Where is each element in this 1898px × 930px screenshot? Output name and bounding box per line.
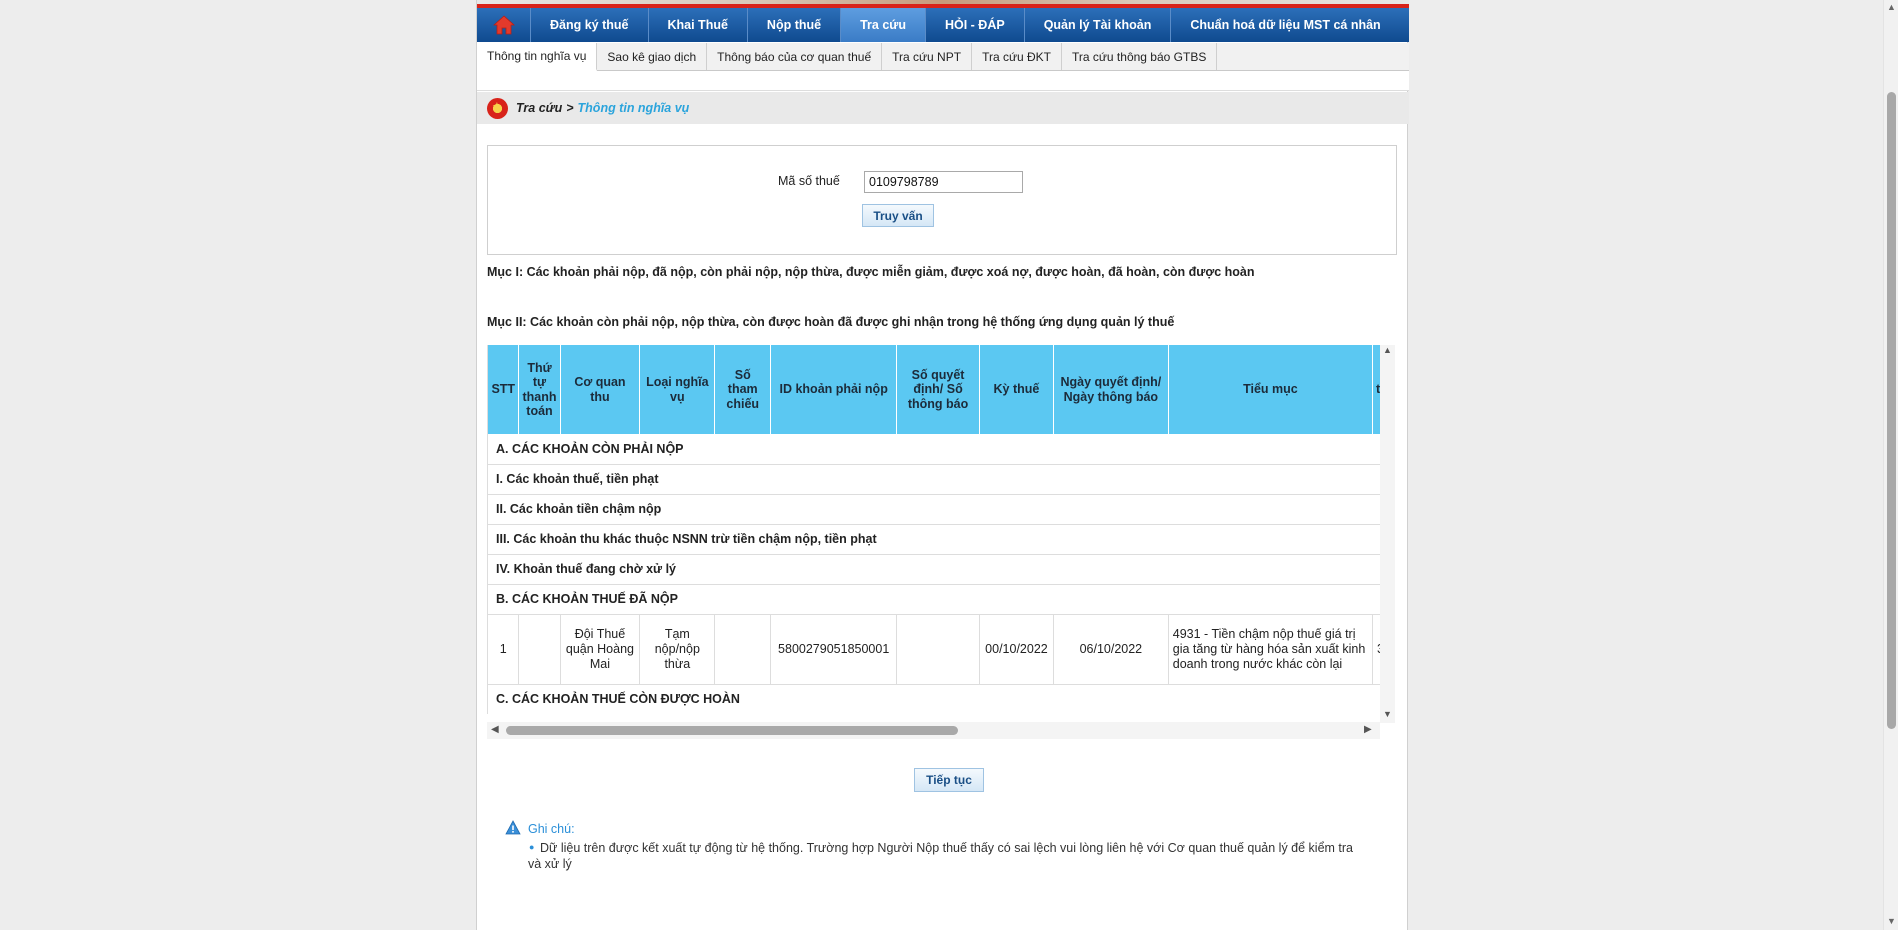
section-row: A. CÁC KHOẢN CÒN PHẢI NỘP xyxy=(488,434,1380,465)
horizontal-scroll-thumb[interactable] xyxy=(506,726,958,735)
breadcrumb-current: Thông tin nghĩa vụ xyxy=(577,101,690,115)
nav-item-khai-thue[interactable]: Khai Thuế xyxy=(649,8,748,42)
continue-button[interactable]: Tiếp tục xyxy=(914,768,984,792)
nav-item-hoi-dap[interactable]: HỎI - ĐÁP xyxy=(926,8,1025,42)
scroll-left-arrow-icon[interactable]: ◀ xyxy=(491,724,499,735)
cell-payment-order xyxy=(518,614,561,685)
col-header-agency: Cơ quan thu xyxy=(560,345,641,434)
cell-payable-id: 5800279051850001 xyxy=(770,614,898,685)
section-a-label: A. CÁC KHOẢN CÒN PHẢI NỘP xyxy=(488,434,1380,465)
col-header-payment-order: Thứ tự thanh toán xyxy=(518,345,561,434)
tab-thong-tin-nghia-vu[interactable]: Thông tin nghĩa vụ xyxy=(477,43,598,71)
scroll-right-arrow-icon[interactable]: ▶ xyxy=(1364,724,1372,735)
tab-sao-ke-giao-dich[interactable]: Sao kê giao dịch xyxy=(597,43,708,70)
nav-item-tra-cuu[interactable]: Tra cứu xyxy=(841,8,926,42)
col-header-sub-item: Tiểu mục xyxy=(1168,345,1374,434)
tab-tra-cuu-thong-bao-gtbs[interactable]: Tra cứu thông báo GTBS xyxy=(1062,43,1218,70)
subnav-spacer xyxy=(477,71,1409,91)
scroll-up-arrow-icon[interactable]: ▲ xyxy=(1383,345,1392,355)
nav-home-button[interactable] xyxy=(477,8,531,42)
section-2-title: Mục II: Các khoản còn phải nộp, nộp thừa… xyxy=(487,315,1175,329)
section-b-label: B. CÁC KHOẢN THUẾ ĐÃ NỘP xyxy=(488,584,1380,615)
table-horizontal-scrollbar[interactable]: ◀ ▶ xyxy=(487,722,1380,739)
browser-scroll-up-icon[interactable]: ▲ xyxy=(1887,2,1896,12)
tax-code-input[interactable] xyxy=(864,171,1023,193)
info-warning-icon xyxy=(505,820,521,835)
cell-tax-period: 00/10/2022 xyxy=(979,614,1054,685)
note-text: Dữ liệu trên được kết xuất tự động từ hệ… xyxy=(528,841,1354,871)
col-header-tax-period: Kỳ thuế xyxy=(979,345,1054,434)
emblem-icon xyxy=(487,97,508,119)
browser-scroll-down-icon[interactable]: ▼ xyxy=(1887,916,1896,926)
section-row: C. CÁC KHOẢN THUẾ CÒN ĐƯỢC HOÀN xyxy=(488,684,1380,714)
col-header-decision-number: Số quyết định/ Số thông báo xyxy=(896,345,980,434)
cell-sub-item: 4931 - Tiền chậm nộp thuế giá trị gia tă… xyxy=(1168,614,1374,685)
table-row: 1 Đội Thuế quận Hoàng Mai Tạm nộp/nộp th… xyxy=(488,614,1380,685)
cell-clipped: 3 xyxy=(1372,614,1380,685)
nav-item-nop-thue[interactable]: Nộp thuế xyxy=(748,8,842,42)
section-a1-label: I. Các khoản thuế, tiền phạt xyxy=(488,464,1380,495)
tab-tra-cuu-dkt[interactable]: Tra cứu ĐKT xyxy=(972,43,1062,70)
browser-scrollbar[interactable]: ▲ ▼ xyxy=(1883,0,1898,930)
section-row: B. CÁC KHOẢN THUẾ ĐÃ NỘP xyxy=(488,584,1380,615)
scroll-down-arrow-icon[interactable]: ▼ xyxy=(1383,709,1392,719)
cell-stt: 1 xyxy=(488,614,520,685)
tax-code-label: Mã số thuế xyxy=(778,174,840,188)
search-panel: Mã số thuế Truy vấn xyxy=(487,145,1397,255)
breadcrumb-parent[interactable]: Tra cứu xyxy=(516,101,562,115)
col-header-reference: Số tham chiếu xyxy=(714,345,772,434)
section-row: II. Các khoản tiền chậm nộp xyxy=(488,494,1380,525)
breadcrumb-separator: > xyxy=(566,101,574,115)
section-a4-label: IV. Khoản thuế đang chờ xử lý xyxy=(488,554,1380,585)
col-header-payable-id: ID khoản phải nộp xyxy=(770,345,898,434)
section-row: IV. Khoản thuế đang chờ xử lý xyxy=(488,554,1380,585)
section-1-title: Mục I: Các khoản phải nộp, đã nộp, còn p… xyxy=(487,265,1255,279)
main-nav: Đăng ký thuế Khai Thuế Nộp thuế Tra cứu … xyxy=(477,8,1409,42)
col-header-clipped: t xyxy=(1372,345,1380,434)
section-c-label: C. CÁC KHOẢN THUẾ CÒN ĐƯỢC HOÀN xyxy=(488,684,1380,714)
nav-item-chuan-hoa-du-lieu[interactable]: Chuẩn hoá dữ liệu MST cá nhân xyxy=(1171,8,1399,42)
page-content: Đăng ký thuế Khai Thuế Nộp thuế Tra cứu … xyxy=(476,0,1409,930)
cell-decision-date: 06/10/2022 xyxy=(1053,614,1169,685)
cell-reference xyxy=(714,614,772,685)
cell-decision-number xyxy=(896,614,980,685)
note-title: Ghi chú: xyxy=(528,822,575,836)
query-button[interactable]: Truy vấn xyxy=(862,204,934,227)
table-header-row: STT Thứ tự thanh toán Cơ quan thu Loại n… xyxy=(488,345,1380,434)
browser-scroll-thumb[interactable] xyxy=(1887,92,1896,729)
cell-obligation-type: Tạm nộp/nộp thừa xyxy=(639,614,716,685)
home-icon xyxy=(492,15,515,35)
section-row: I. Các khoản thuế, tiền phạt xyxy=(488,464,1380,495)
tab-tra-cuu-npt[interactable]: Tra cứu NPT xyxy=(882,43,973,70)
breadcrumb: Tra cứu > Thông tin nghĩa vụ xyxy=(477,92,1409,124)
obligations-table-container: STT Thứ tự thanh toán Cơ quan thu Loại n… xyxy=(487,345,1380,714)
sub-nav: Thông tin nghĩa vụ Sao kê giao dịch Thôn… xyxy=(477,43,1409,71)
cell-agency: Đội Thuế quận Hoàng Mai xyxy=(560,614,641,685)
col-header-obligation-type: Loại nghĩa vụ xyxy=(639,345,716,434)
tab-thong-bao-co-quan-thue[interactable]: Thông báo của cơ quan thuế xyxy=(707,43,883,70)
obligations-table: STT Thứ tự thanh toán Cơ quan thu Loại n… xyxy=(488,345,1380,714)
nav-item-dang-ky-thue[interactable]: Đăng ký thuế xyxy=(531,8,649,42)
col-header-decision-date: Ngày quyết định/ Ngày thông báo xyxy=(1053,345,1169,434)
section-a3-label: III. Các khoản thu khác thuộc NSNN trừ t… xyxy=(488,524,1380,555)
section-row: III. Các khoản thu khác thuộc NSNN trừ t… xyxy=(488,524,1380,555)
col-header-stt: STT xyxy=(488,345,520,434)
table-vertical-scrollbar[interactable]: ▲ ▼ xyxy=(1380,345,1395,723)
nav-item-quan-ly-tai-khoan[interactable]: Quản lý Tài khoản xyxy=(1025,8,1172,42)
section-a2-label: II. Các khoản tiền chậm nộp xyxy=(488,494,1380,525)
